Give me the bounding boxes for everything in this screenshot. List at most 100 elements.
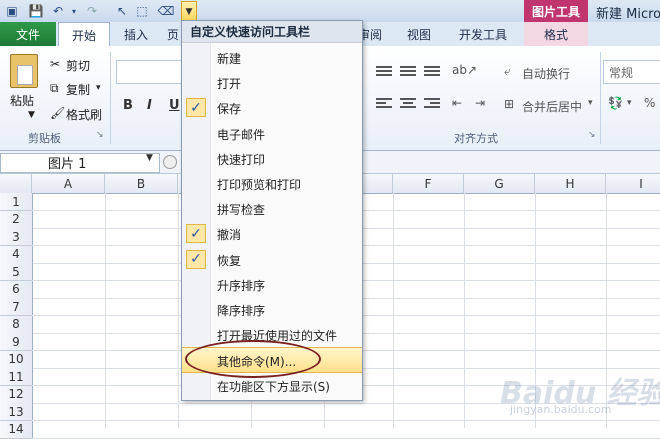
paste-dropdown-icon[interactable]: ▼ [28, 110, 35, 120]
menu-item[interactable]: 新建 [182, 45, 362, 70]
redo-icon[interactable]: ↷ [84, 3, 100, 19]
tab-insert[interactable]: 插入 [112, 22, 160, 46]
tab-page-layout[interactable]: 页 [164, 22, 182, 46]
document-title: 新建 Micro [596, 7, 660, 22]
row-header[interactable]: 8 [0, 315, 33, 334]
decrease-indent-icon[interactable]: ⇤ [452, 96, 462, 110]
formula-bar-handle-icon[interactable] [163, 155, 177, 169]
row-header[interactable]: 11 [0, 368, 33, 386]
row-header[interactable]: 6 [0, 280, 33, 299]
row-header[interactable]: 10 [0, 350, 33, 369]
merge-center-button[interactable]: 合并后居中 [522, 98, 582, 115]
undo-dropdown-icon[interactable]: ▾ [66, 3, 82, 19]
undo-icon[interactable]: ↶ [50, 3, 66, 19]
menu-item-label: 拼写检查 [217, 203, 266, 218]
excel-app-icon[interactable]: ▣ [4, 3, 20, 19]
menu-item[interactable]: 拼写检查 [182, 196, 362, 221]
align-center-icon[interactable] [400, 98, 416, 110]
name-box-value: 图片 1 [48, 157, 87, 172]
menu-item[interactable]: 打印预览和打印 [182, 171, 362, 196]
row-header[interactable]: 14 [0, 420, 33, 439]
selection-box-icon[interactable]: ⬚ [134, 3, 150, 19]
menu-item[interactable]: 电子邮件 [182, 121, 362, 146]
menu-item-label: 升序排序 [217, 278, 266, 293]
clipboard-group-label: 剪贴板 [28, 132, 61, 145]
number-format-value: 常规 [609, 66, 634, 80]
format-painter-icon: 🖌 [50, 106, 66, 120]
menu-item-label: 打开 [217, 77, 242, 92]
column-header[interactable]: G [464, 174, 535, 194]
currency-dropdown-icon[interactable]: ▾ [627, 98, 632, 108]
tab-developer[interactable]: 开发工具 [450, 22, 516, 46]
row-header[interactable]: 12 [0, 385, 33, 404]
paste-button[interactable]: 粘贴 [10, 92, 34, 109]
eraser-icon[interactable]: ⌫ [158, 3, 175, 19]
menu-item[interactable]: 降序排序 [182, 297, 362, 322]
column-header[interactable]: F [393, 174, 464, 194]
menu-item[interactable]: ✓ 保存 [182, 95, 362, 120]
column-header[interactable]: B [105, 174, 178, 194]
align-left-icon[interactable] [376, 98, 392, 110]
merge-dropdown-icon[interactable]: ▾ [588, 98, 593, 108]
merge-center-icon: ⊞ [504, 97, 515, 111]
percent-button[interactable]: % [644, 96, 655, 110]
column-header[interactable]: A [32, 174, 105, 194]
select-all-corner[interactable] [0, 174, 32, 194]
row-header[interactable]: 3 [0, 228, 33, 246]
align-top-icon[interactable] [376, 66, 392, 78]
copy-button[interactable]: 复制 [66, 81, 90, 98]
align-right-icon[interactable] [424, 98, 440, 110]
tab-file[interactable]: 文件 [0, 22, 56, 46]
group-separator [600, 52, 601, 144]
menu-item-label: 快速打印 [217, 152, 266, 167]
tab-view[interactable]: 视图 [396, 22, 442, 46]
picture-tools-label: 图片工具 [524, 0, 588, 22]
menu-item[interactable]: 升序排序 [182, 272, 362, 297]
menu-title: 自定义快速访问工具栏 [182, 21, 362, 43]
format-painter-button[interactable]: 格式刷 [66, 106, 102, 123]
copy-icon: ⧉ [50, 81, 59, 95]
align-bottom-icon[interactable] [424, 66, 440, 78]
copy-dropdown-icon[interactable]: ▾ [96, 83, 101, 93]
cut-button[interactable]: 剪切 [66, 57, 90, 74]
tab-home[interactable]: 开始 [58, 22, 110, 48]
menu-item-label: 降序排序 [217, 304, 266, 318]
grid-line [32, 420, 660, 421]
column-header[interactable]: H [535, 174, 606, 194]
menu-item[interactable]: ✓ 恢复 [182, 247, 362, 272]
underline-button[interactable]: U [169, 98, 180, 113]
menu-item-label: 保存 [217, 102, 242, 117]
name-box-dropdown-icon[interactable]: ▼ [146, 153, 153, 163]
checkmark-icon: ✓ [186, 98, 206, 118]
checkmark-icon: ✓ [186, 224, 206, 244]
select-cursor-icon[interactable]: ↖ [114, 3, 130, 19]
paste-icon[interactable] [10, 54, 38, 88]
currency-icon[interactable]: 💱 [608, 96, 623, 110]
row-header[interactable]: 13 [0, 403, 33, 421]
row-header[interactable]: 2 [0, 210, 33, 229]
wrap-text-button[interactable]: 自动换行 [522, 65, 570, 82]
annotation-oval [185, 340, 321, 378]
menu-item[interactable]: 快速打印 [182, 146, 362, 171]
clipboard-dialog-launcher-icon[interactable]: ↘ [96, 130, 104, 140]
bold-button[interactable]: B [123, 98, 133, 113]
baidu-watermark-url: jingyan.baidu.com [510, 403, 612, 416]
row-header[interactable]: 9 [0, 333, 33, 351]
row-header[interactable]: 5 [0, 263, 33, 281]
wrap-text-icon: ⤶ [504, 64, 511, 78]
alignment-dialog-launcher-icon[interactable]: ↘ [588, 130, 596, 140]
menu-item[interactable]: ✓ 撤消 [182, 221, 362, 246]
tab-format[interactable]: 格式 [524, 22, 588, 46]
row-header[interactable]: 7 [0, 298, 33, 316]
menu-item[interactable]: 打开 [182, 70, 362, 95]
italic-button[interactable]: I [147, 98, 152, 113]
orientation-icon[interactable]: ab↗ [452, 63, 477, 77]
customize-quick-access-button[interactable]: ▼ [181, 1, 197, 22]
row-header[interactable]: 1 [0, 193, 33, 211]
scissors-icon: ✂ [50, 57, 61, 71]
align-middle-icon[interactable] [400, 66, 416, 78]
column-header[interactable]: I [606, 174, 660, 194]
save-icon[interactable]: 💾 [28, 3, 44, 19]
increase-indent-icon[interactable]: ⇥ [475, 96, 485, 110]
row-header[interactable]: 4 [0, 245, 33, 264]
